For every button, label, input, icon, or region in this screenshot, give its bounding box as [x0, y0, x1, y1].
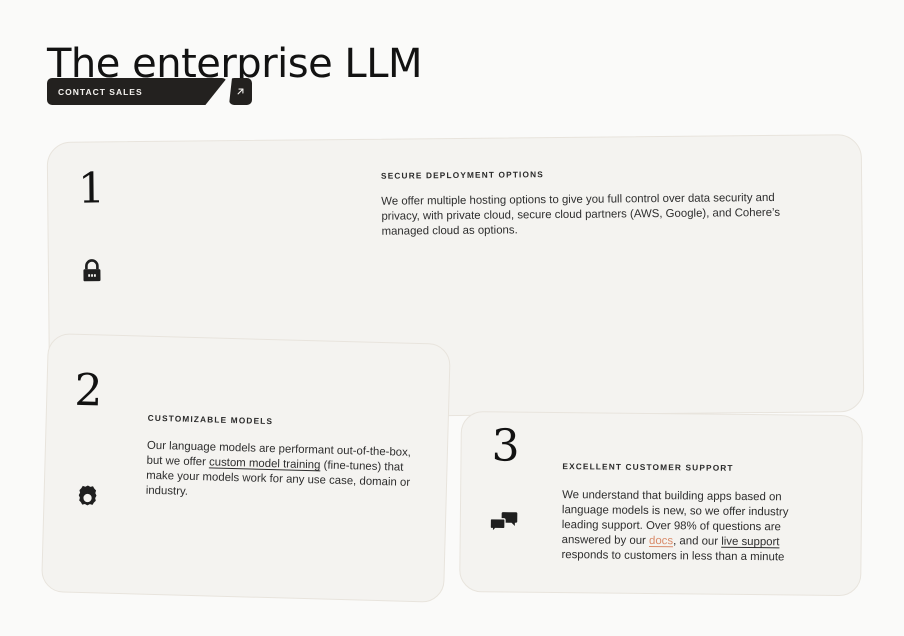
card-body: Our language models are performant out-o…: [145, 439, 412, 498]
contact-sales-button[interactable]: CONTACT SALES: [47, 78, 227, 105]
inline-link[interactable]: live support: [721, 536, 779, 549]
contact-sales-cta-group: CONTACT SALES: [47, 78, 252, 105]
card-number: 1: [77, 163, 106, 213]
card-number: 2: [73, 364, 104, 417]
card-eyebrow: EXCELLENT CUSTOMER SUPPORT: [562, 461, 734, 473]
card-text-block: EXCELLENT CUSTOMER SUPPORT We understand…: [561, 461, 812, 566]
card-text-block: CUSTOMIZABLE MODELS Our language models …: [146, 413, 413, 506]
card-number: 3: [491, 420, 520, 472]
gear-icon: [72, 483, 103, 514]
inline-link[interactable]: docs: [649, 535, 673, 547]
chat-bubbles-icon: [489, 507, 519, 537]
card-eyebrow: SECURE DEPLOYMENT OPTIONS: [380, 169, 544, 181]
arrow-up-right-glyph: [237, 88, 244, 95]
inline-link[interactable]: custom model training: [209, 456, 321, 471]
card-eyebrow: CUSTOMIZABLE MODELS: [147, 412, 274, 427]
card-text-block: SECURE DEPLOYMENT OPTIONS We offer multi…: [381, 167, 812, 240]
card-body: We understand that building apps based o…: [561, 489, 789, 564]
chat-bubbles-glyph: [489, 512, 518, 534]
feature-card-customer-support: 3 EXCELLENT CUSTOMER SUPPORT We understa…: [459, 411, 863, 597]
padlock-glyph: [83, 259, 101, 282]
page-root: The enterprise LLM CONTACT SALES 1 SECUR…: [0, 0, 904, 636]
padlock-icon: [77, 256, 107, 286]
arrow-up-right-icon[interactable]: [229, 78, 252, 105]
feature-card-customizable-models: 2 CUSTOMIZABLE MODELS Our language model…: [40, 333, 451, 603]
gear-glyph: [78, 485, 97, 506]
card-body: We offer multiple hosting options to giv…: [381, 191, 781, 238]
